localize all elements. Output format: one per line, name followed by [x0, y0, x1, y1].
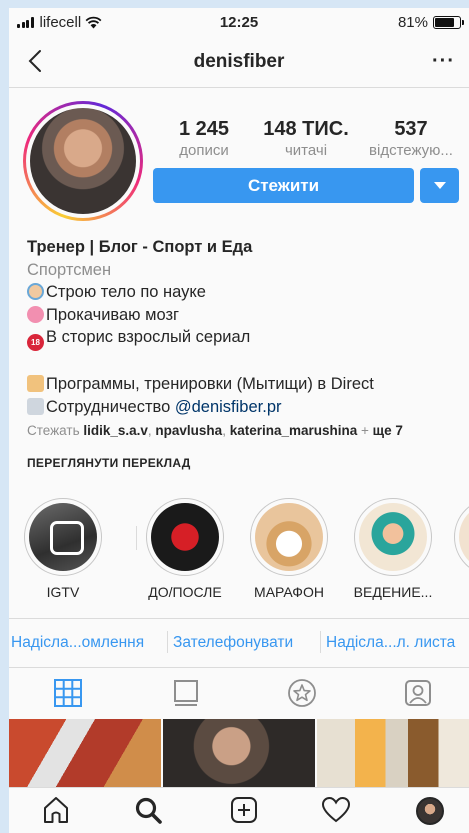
profile-avatar-tab[interactable] — [416, 797, 444, 825]
bio: Тренер | Блог - Спорт и Еда Спортсмен Ст… — [27, 236, 467, 443]
top-nav: denisfiber ··· — [9, 36, 469, 88]
contact-actions: Надісла...омлення Зателефонувати Надісла… — [9, 618, 469, 668]
highlight-cover — [151, 503, 219, 571]
story-ring[interactable] — [23, 101, 143, 221]
stat-following-label: відстежую... — [369, 142, 453, 159]
stat-following-value: 537 — [394, 118, 428, 140]
highlight-cover — [459, 503, 469, 571]
stat-posts-value: 1 245 — [178, 118, 230, 140]
highlight-partial[interactable] — [451, 498, 469, 576]
stat-posts-label: дописи — [179, 142, 229, 159]
divider — [136, 526, 137, 550]
bio-line: Программы, тренировки (Мытищи) в Direct — [27, 373, 467, 396]
see-translation-link[interactable]: ПЕРЕГЛЯНУТИ ПЕРЕКЛАД — [27, 456, 191, 470]
status-right: 81% — [397, 14, 464, 31]
follow-button[interactable]: Стежити — [153, 168, 414, 203]
post-thumbnail[interactable] — [163, 719, 315, 787]
highlight-before-after[interactable]: ДО/ПОСЛЕ — [143, 498, 227, 600]
search-icon[interactable] — [133, 795, 163, 825]
followed-by[interactable]: Стежать lidik_s.a.v, npavlusha, katerina… — [27, 420, 467, 443]
grid-icon[interactable] — [53, 678, 83, 708]
post-thumbnail[interactable] — [317, 719, 469, 787]
home-icon[interactable] — [41, 795, 71, 825]
highlight-label: ДО/ПОСЛЕ — [148, 584, 222, 600]
post-thumbnail[interactable] — [9, 719, 161, 787]
stat-followers-value: 148 ТИС. — [263, 118, 349, 140]
profile-name: Тренер | Блог - Спорт и Еда — [27, 238, 253, 256]
highlight-label: ВЕДЕНИЕ... — [353, 584, 433, 600]
bottom-tab-bar — [9, 787, 469, 833]
highlight-vedenie[interactable]: ВЕДЕНИЕ... — [351, 498, 435, 600]
highlight-cover — [255, 503, 323, 571]
page-title: denisfiber — [193, 51, 285, 72]
profile-category: Спортсмен — [27, 260, 112, 279]
battery-percent: 81% — [397, 14, 428, 31]
brain-icon — [27, 305, 44, 323]
message-button[interactable]: Надісла...омлення — [11, 634, 144, 652]
feed-icon[interactable] — [171, 678, 201, 708]
technologist-icon — [27, 375, 44, 392]
stat-followers[interactable]: 148 ТИС. читачі — [253, 118, 359, 159]
stat-posts[interactable]: 1 245 дописи — [169, 118, 239, 159]
bio-line: Строю тело по науке — [27, 281, 467, 304]
igtv-icon — [29, 503, 97, 571]
email-button[interactable]: Надісла...л. листа — [326, 634, 455, 652]
post-grid — [9, 719, 469, 787]
heart-icon[interactable] — [321, 795, 351, 825]
suggestions-dropdown-button[interactable] — [420, 168, 459, 203]
highlight-cover — [359, 503, 427, 571]
stat-followers-label: читачі — [284, 142, 328, 159]
highlight-igtv[interactable]: IGTV — [21, 498, 105, 600]
stat-following[interactable]: 537 відстежую... — [359, 118, 463, 159]
highlight-label: IGTV — [46, 584, 80, 600]
scientist-icon — [27, 283, 44, 300]
no-under-18-icon: 18 — [27, 334, 44, 351]
battery-icon — [433, 16, 464, 29]
igtv-tab-icon[interactable] — [287, 678, 317, 708]
status-bar: lifecell 12:25 81% — [9, 8, 469, 36]
tagged-icon[interactable] — [403, 678, 433, 708]
call-button[interactable]: Зателефонувати — [173, 634, 293, 652]
bio-line: 18 В сторис взрослый сериал — [27, 326, 467, 351]
profile-tabs — [9, 668, 469, 718]
profile-screen: lifecell 12:25 81% denisfiber ··· 1 245 … — [9, 8, 469, 833]
handshake-icon — [27, 397, 44, 415]
avatar — [30, 108, 136, 214]
bio-spacer — [27, 351, 467, 373]
bio-line: Сотрудничество @denisfiber.pr — [27, 396, 467, 419]
bio-line: Прокачиваю мозг — [27, 304, 467, 327]
highlight-label: МАРАФОН — [254, 584, 324, 600]
highlight-marathon[interactable]: МАРАФОН — [247, 498, 331, 600]
mention-link[interactable]: @denisfiber.pr — [175, 398, 282, 416]
add-post-icon[interactable] — [229, 795, 259, 825]
ellipsis-icon[interactable]: ··· — [432, 50, 455, 73]
